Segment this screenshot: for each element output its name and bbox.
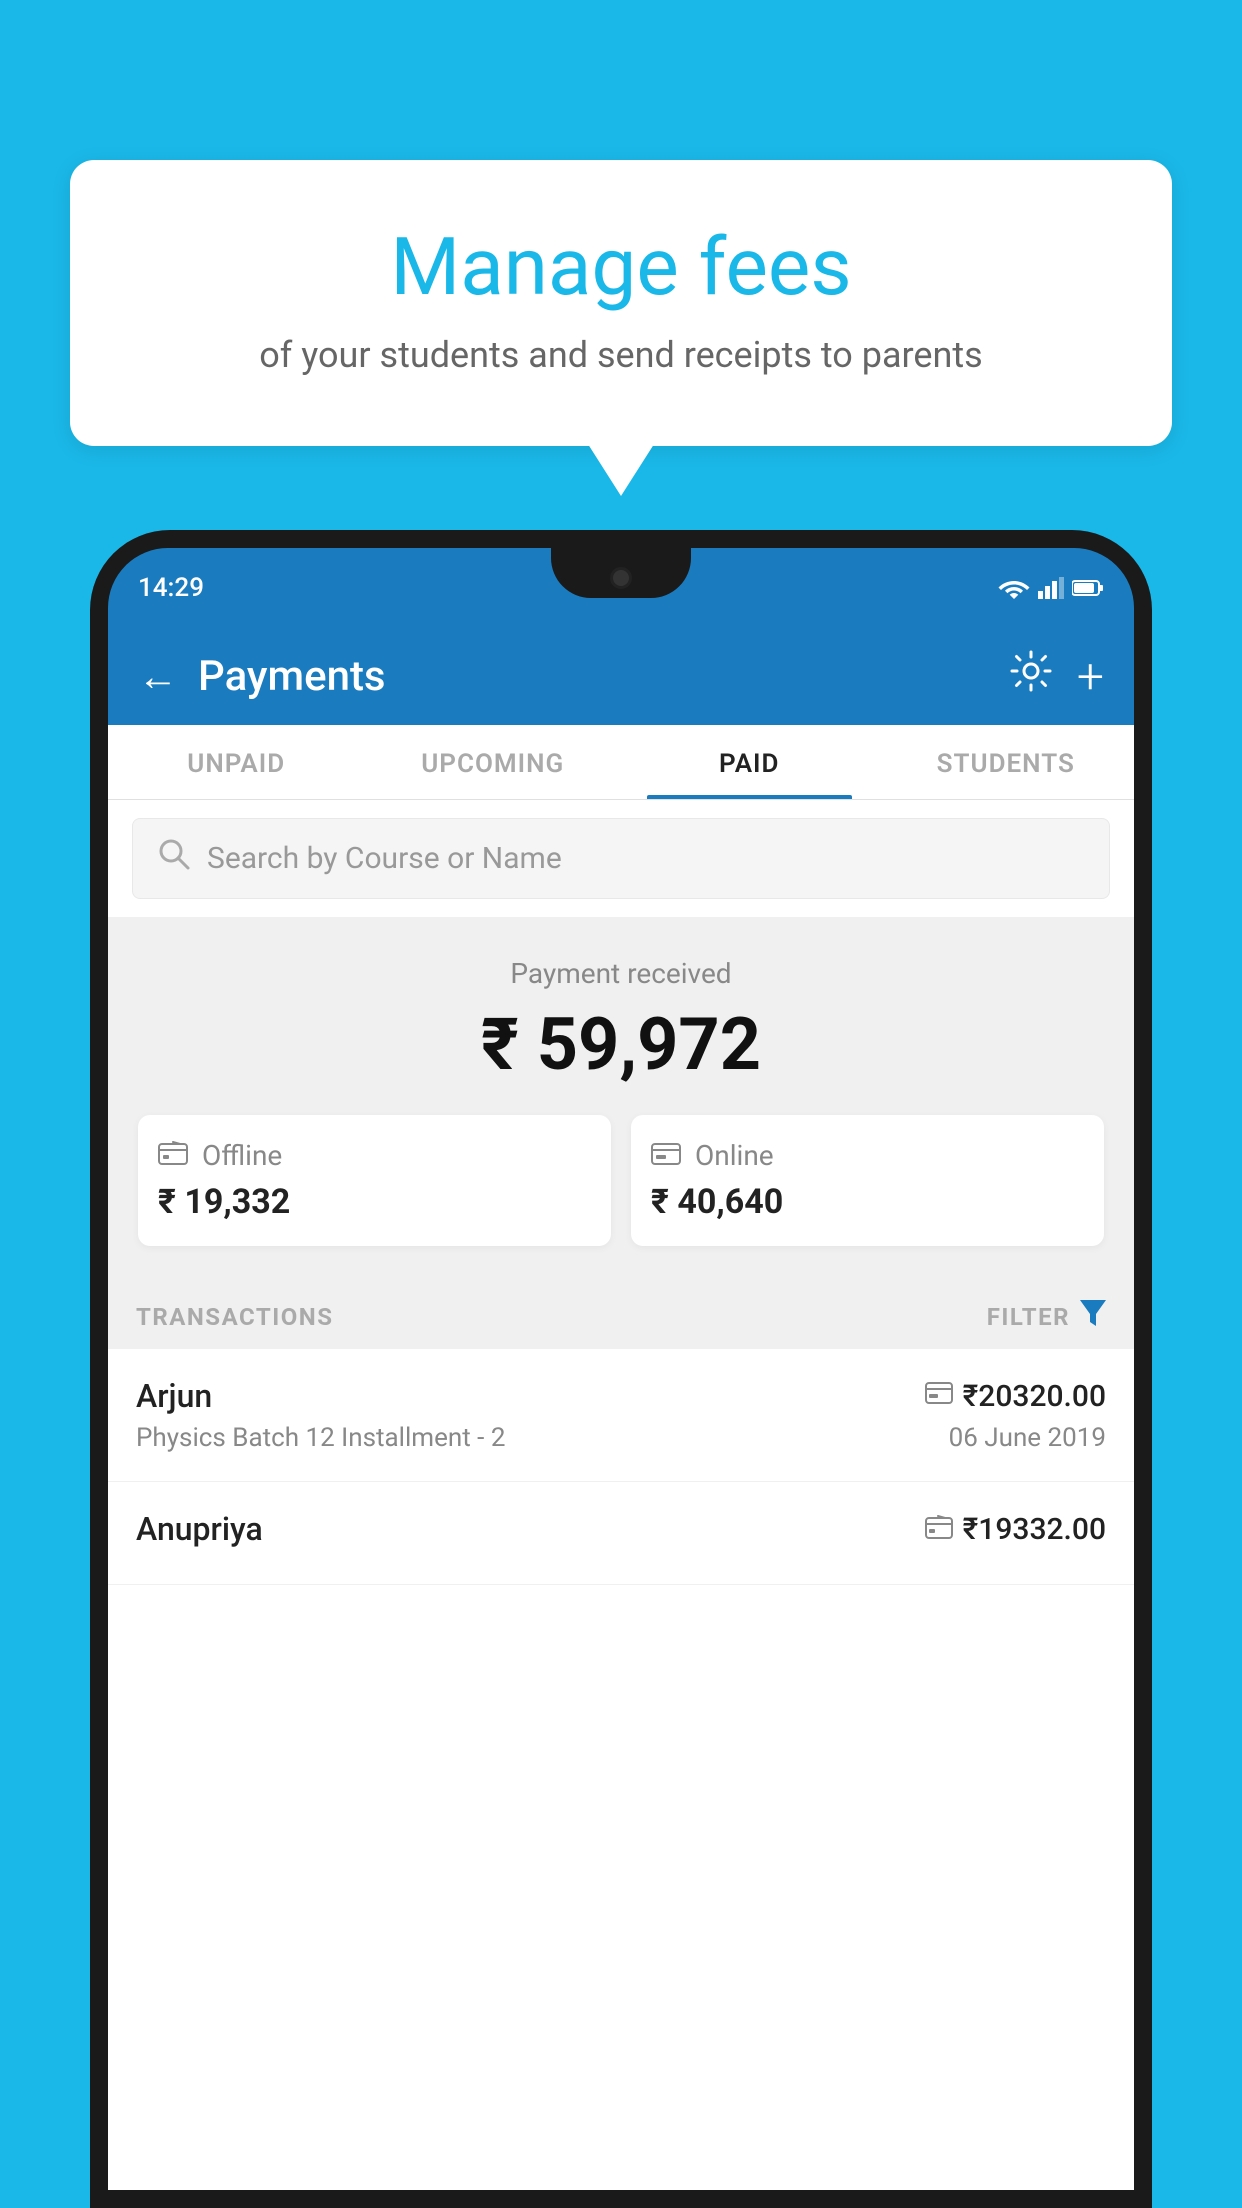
phone-mockup: 14:29 bbox=[90, 530, 1152, 2208]
header-left: ← Payments bbox=[138, 652, 386, 701]
filter-label: FILTER bbox=[987, 1303, 1070, 1331]
transaction-date: 06 June 2019 bbox=[949, 1423, 1106, 1453]
transactions-list: Arjun ₹20320.00 bbox=[108, 1349, 1134, 2190]
filter-container[interactable]: FILTER bbox=[987, 1300, 1106, 1333]
phone-outer: 14:29 bbox=[90, 530, 1152, 2208]
search-icon bbox=[157, 837, 191, 880]
camera bbox=[610, 567, 632, 589]
tab-paid[interactable]: PAID bbox=[621, 725, 878, 799]
transaction-name: Arjun bbox=[136, 1377, 212, 1415]
transaction-name: Anupriya bbox=[136, 1510, 263, 1548]
search-container: Search by Course or Name bbox=[108, 800, 1134, 917]
offline-icon bbox=[158, 1139, 188, 1172]
online-amount: ₹ 40,640 bbox=[651, 1182, 1084, 1222]
table-row[interactable]: Arjun ₹20320.00 bbox=[108, 1349, 1134, 1482]
app-screen: ← Payments + UNPAID bbox=[108, 628, 1134, 2190]
filter-icon bbox=[1080, 1300, 1106, 1333]
bubble-title: Manage fees bbox=[140, 220, 1102, 314]
payment-total-amount: ₹ 59,972 bbox=[138, 1002, 1104, 1087]
tabs-container: UNPAID UPCOMING PAID STUDENTS bbox=[108, 725, 1134, 800]
payment-summary: Payment received ₹ 59,972 bbox=[108, 917, 1134, 1276]
tab-unpaid[interactable]: UNPAID bbox=[108, 725, 365, 799]
offline-payment-icon bbox=[925, 1513, 953, 1546]
settings-icon[interactable] bbox=[1010, 650, 1052, 703]
speech-bubble-container: Manage fees of your students and send re… bbox=[70, 160, 1172, 446]
speech-bubble: Manage fees of your students and send re… bbox=[70, 160, 1172, 446]
transaction-amount-container: ₹20320.00 bbox=[925, 1379, 1106, 1414]
transaction-amount-container: ₹19332.00 bbox=[925, 1512, 1106, 1547]
table-row[interactable]: Anupriya ₹19332.00 bbox=[108, 1482, 1134, 1585]
transactions-label: TRANSACTIONS bbox=[136, 1303, 334, 1331]
offline-amount: ₹ 19,332 bbox=[158, 1182, 591, 1222]
wifi-icon bbox=[998, 577, 1030, 599]
offline-payment-card: Offline ₹ 19,332 bbox=[138, 1115, 611, 1246]
transaction-row-top: Anupriya ₹19332.00 bbox=[136, 1510, 1106, 1548]
online-card-header: Online bbox=[651, 1139, 1084, 1172]
transactions-header: TRANSACTIONS FILTER bbox=[108, 1276, 1134, 1349]
page-title: Payments bbox=[198, 652, 386, 701]
search-input[interactable]: Search by Course or Name bbox=[207, 841, 562, 876]
online-payment-icon bbox=[925, 1381, 953, 1411]
header-right: + bbox=[1010, 648, 1104, 705]
status-bar: 14:29 bbox=[108, 548, 1134, 628]
offline-card-header: Offline bbox=[158, 1139, 591, 1172]
tab-upcoming[interactable]: UPCOMING bbox=[365, 725, 622, 799]
transaction-row-top: Arjun ₹20320.00 bbox=[136, 1377, 1106, 1415]
status-time: 14:29 bbox=[138, 573, 204, 603]
signal-icon bbox=[1038, 577, 1064, 599]
status-icons bbox=[998, 577, 1104, 599]
payment-cards: Offline ₹ 19,332 bbox=[138, 1115, 1104, 1246]
online-label: Online bbox=[695, 1139, 774, 1172]
payment-received-label: Payment received bbox=[138, 957, 1104, 990]
transaction-course: Physics Batch 12 Installment - 2 bbox=[136, 1423, 505, 1453]
transaction-amount: ₹19332.00 bbox=[963, 1512, 1106, 1547]
back-button[interactable]: ← bbox=[138, 653, 178, 700]
tab-students[interactable]: STUDENTS bbox=[878, 725, 1135, 799]
bubble-subtitle: of your students and send receipts to pa… bbox=[140, 334, 1102, 376]
notch bbox=[551, 548, 691, 598]
transaction-amount: ₹20320.00 bbox=[963, 1379, 1106, 1414]
app-header: ← Payments + bbox=[108, 628, 1134, 725]
online-icon bbox=[651, 1139, 681, 1172]
battery-icon bbox=[1072, 579, 1104, 597]
search-bar[interactable]: Search by Course or Name bbox=[132, 818, 1110, 899]
add-button[interactable]: + bbox=[1077, 648, 1104, 705]
transaction-row-bottom: Physics Batch 12 Installment - 2 06 June… bbox=[136, 1423, 1106, 1453]
offline-label: Offline bbox=[202, 1139, 282, 1172]
online-payment-card: Online ₹ 40,640 bbox=[631, 1115, 1104, 1246]
